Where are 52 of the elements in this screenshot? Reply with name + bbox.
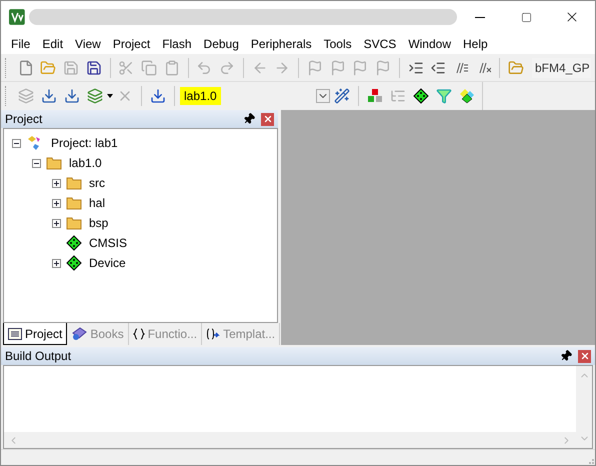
tree-item-label[interactable]: Device — [89, 254, 126, 272]
tree-item-label[interactable]: CMSIS — [89, 234, 128, 252]
plus-icon — [53, 200, 60, 206]
minimize-icon — [475, 16, 485, 18]
plus-icon — [53, 180, 60, 186]
dropdown-icon — [316, 89, 330, 103]
braces-icon — [132, 328, 145, 340]
menu-item[interactable]: Flash — [156, 34, 198, 52]
component-icon — [66, 235, 82, 251]
horizontal-scrollbar[interactable] — [4, 432, 576, 448]
expand-toggle[interactable] — [52, 198, 61, 208]
collapse-toggle[interactable] — [12, 138, 21, 148]
menu-item[interactable]: Peripherals — [244, 34, 318, 52]
component-icon — [66, 255, 82, 271]
expand-toggle[interactable] — [52, 178, 61, 188]
tree-item-label[interactable]: lab1.0 — [69, 154, 102, 172]
target-folder-icon — [46, 156, 62, 170]
expand-toggle[interactable] — [52, 258, 61, 268]
collapse-toggle[interactable] — [32, 158, 41, 168]
menu-item[interactable]: Help — [457, 34, 494, 52]
folder-icon — [66, 196, 82, 210]
menu-item[interactable]: Debug — [198, 34, 245, 52]
target-select[interactable]: lab1.0 — [180, 86, 330, 106]
tree-item-label[interactable]: Project: lab1 — [51, 134, 118, 152]
tree-item-label[interactable]: hal — [89, 194, 106, 212]
close-button[interactable] — [261, 112, 274, 126]
plus-icon — [53, 220, 60, 226]
close-icon — [262, 114, 272, 124]
menu-item[interactable]: File — [5, 34, 36, 52]
panel-title: Project — [5, 111, 42, 128]
app-logo — [9, 9, 25, 25]
menu-item[interactable]: Edit — [36, 34, 70, 52]
menu-item[interactable]: Tools — [318, 34, 358, 52]
menu-item[interactable]: Project — [106, 34, 156, 52]
tree-item-label[interactable]: bsp — [89, 214, 108, 232]
folder-icon — [66, 176, 82, 190]
expand-toggle[interactable] — [52, 218, 61, 228]
close-icon — [580, 351, 590, 361]
close-button[interactable] — [578, 350, 591, 362]
menu-item[interactable]: SVCS — [358, 34, 402, 52]
vertical-scrollbar[interactable] — [576, 366, 592, 448]
plus-icon — [53, 260, 60, 266]
menu-item[interactable]: Window — [402, 34, 457, 52]
tree-item-label[interactable]: src — [89, 174, 105, 192]
list-icon — [8, 328, 22, 340]
template-icon — [206, 328, 220, 340]
maximize-icon — [520, 12, 532, 22]
caret-icon[interactable] — [107, 94, 113, 98]
menu-item[interactable]: View — [69, 34, 107, 52]
panel-tab[interactable]: Project — [3, 323, 68, 345]
folder-icon — [66, 216, 82, 230]
panel-title: Build Output — [5, 348, 72, 365]
